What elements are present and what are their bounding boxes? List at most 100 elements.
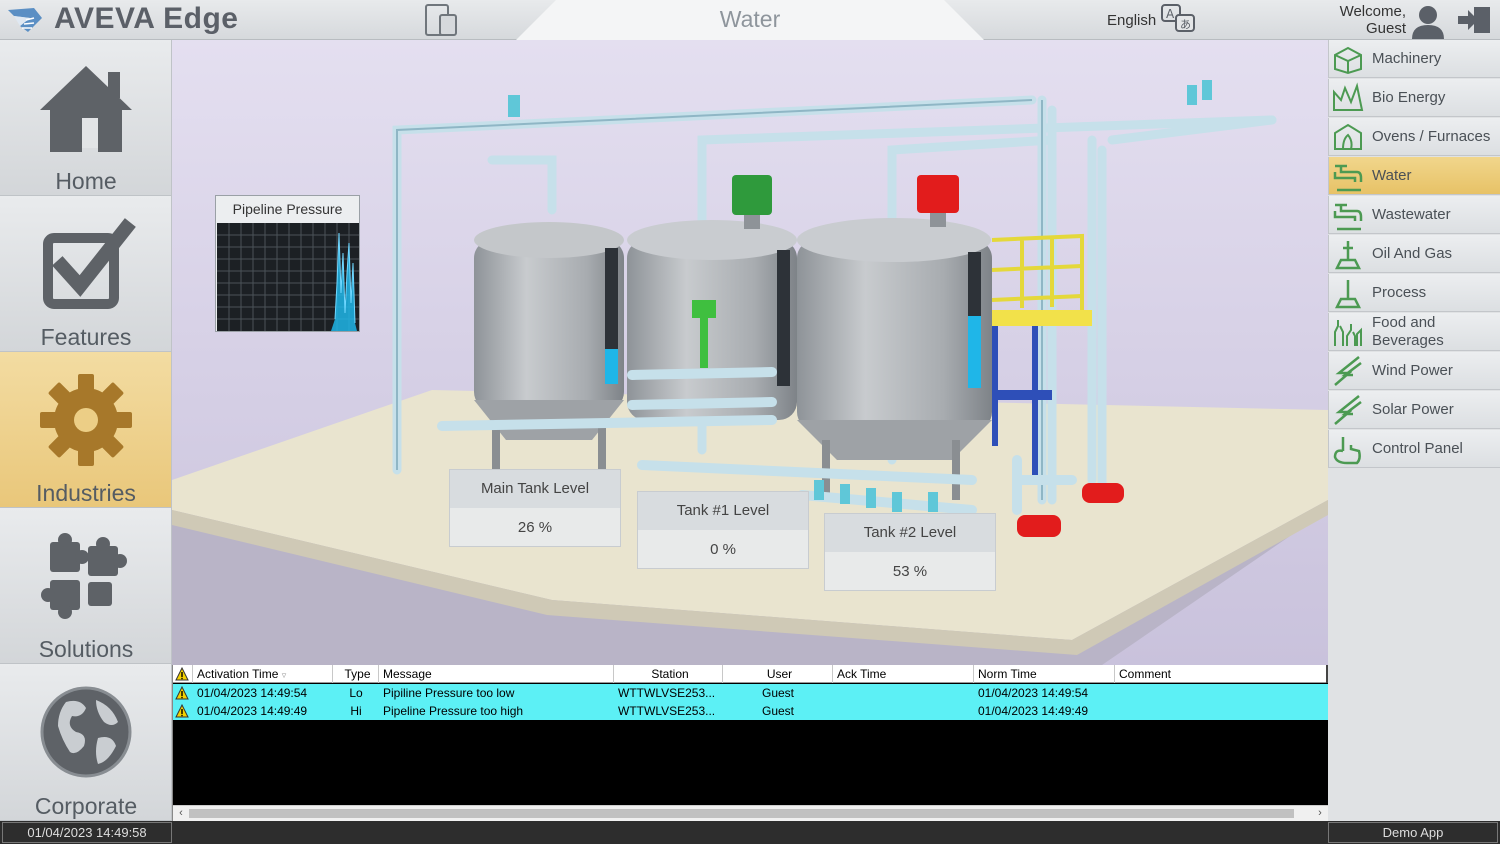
- level-card-value: 0 %: [710, 541, 736, 558]
- industry-solar-power[interactable]: Solar Power: [1328, 391, 1500, 429]
- page-title: Water: [719, 6, 781, 32]
- industry-machinery[interactable]: Machinery: [1328, 40, 1500, 78]
- nav-industries[interactable]: Industries: [0, 352, 172, 508]
- tank-2-level-card[interactable]: Tank #2 Level 53 %: [824, 513, 996, 591]
- column-user[interactable]: User: [723, 665, 833, 683]
- alarm-icon-column: [173, 665, 193, 683]
- pipeline-pressure-trend[interactable]: Pipeline Pressure: [215, 195, 360, 332]
- industry-label: Wind Power: [1372, 362, 1453, 379]
- alarm-activation-time: 01/04/2023 14:49:54: [197, 686, 308, 700]
- svg-text:A: A: [1166, 7, 1175, 21]
- alarm-user: Guest: [761, 686, 794, 700]
- gear-icon: [40, 374, 132, 466]
- nav-home-label: Home: [55, 168, 117, 194]
- page-title-tab: Water: [516, 0, 984, 40]
- alarm-row[interactable]: 01/04/2023 14:49:49 Hi Pipeline Pressure…: [173, 702, 1328, 720]
- hand-touch-icon: [1333, 437, 1361, 465]
- nav-corporate-label: Corporate: [34, 793, 138, 819]
- language-label[interactable]: English: [1107, 12, 1156, 29]
- nav-features-label: Features: [40, 324, 132, 350]
- warning-icon: [175, 704, 189, 718]
- process-icon: [1334, 280, 1362, 309]
- trend-plot: [217, 223, 359, 331]
- industry-wastewater[interactable]: Wastewater: [1328, 196, 1500, 234]
- app-window: AVEVA Edge Water English A あ Welcome, Gu…: [0, 0, 1500, 844]
- level-card-title: Tank #1 Level: [638, 492, 808, 530]
- alarm-activation-time: 01/04/2023 14:49:49: [197, 704, 308, 718]
- logout-icon[interactable]: [1456, 5, 1492, 35]
- industry-process[interactable]: Process: [1328, 274, 1500, 312]
- user-icon[interactable]: [1408, 3, 1448, 39]
- status-bar: 01/04/2023 14:49:58 Demo App: [0, 821, 1500, 844]
- welcome-line: Welcome,: [1339, 3, 1406, 20]
- nav-solutions-label: Solutions: [38, 636, 134, 662]
- column-ack-time[interactable]: Ack Time: [833, 665, 974, 683]
- alarm-norm-time: 01/04/2023 14:49:54: [978, 686, 1089, 700]
- lightning-icon: [1334, 395, 1362, 425]
- scroll-left-icon[interactable]: ‹: [173, 806, 189, 821]
- svg-text:あ: あ: [1180, 18, 1191, 31]
- industry-control-panel[interactable]: Control Panel: [1328, 430, 1500, 468]
- water-plant-scene: [172, 40, 1328, 665]
- alarm-row[interactable]: 01/04/2023 14:49:54 Lo Pipiline Pressure…: [173, 684, 1328, 702]
- column-comment[interactable]: Comment: [1115, 665, 1328, 683]
- column-label: Activation Time: [197, 667, 279, 681]
- main-tank-gauge: [605, 248, 618, 384]
- nav-solutions[interactable]: Solutions: [0, 508, 172, 664]
- main-nav: Home Features Industries Solutions Corpo…: [0, 40, 172, 821]
- level-card-title: Main Tank Level: [450, 470, 620, 508]
- app-mode-label: Demo App: [1328, 822, 1498, 843]
- alarm-type: Lo: [349, 686, 363, 700]
- industry-label: Solar Power: [1372, 401, 1454, 418]
- column-type[interactable]: Type: [333, 665, 379, 683]
- nav-industries-label: Industries: [36, 480, 136, 506]
- welcome-text: Welcome, Guest: [1318, 3, 1406, 37]
- translate-icon[interactable]: A あ: [1160, 3, 1198, 35]
- scroll-right-icon[interactable]: ›: [1312, 806, 1328, 821]
- device-switch-icon[interactable]: [423, 3, 459, 37]
- furnace-icon: [1334, 123, 1362, 150]
- industry-label: Ovens / Furnaces: [1372, 128, 1491, 145]
- column-norm-time[interactable]: Norm Time: [974, 665, 1115, 683]
- machinery-icon: [1334, 46, 1362, 75]
- sort-icon: ▿: [281, 670, 287, 680]
- nav-features[interactable]: Features: [0, 196, 172, 352]
- industry-water[interactable]: Water: [1328, 157, 1500, 195]
- oil-gas-icon: [1334, 241, 1362, 270]
- alarm-station: WTTWLVSE253...: [618, 686, 716, 700]
- tank-1-gauge: [777, 250, 790, 386]
- column-station[interactable]: Station: [614, 665, 723, 683]
- industry-label: Food and Beverages: [1372, 314, 1444, 349]
- alarm-station: WTTWLVSE253...: [618, 704, 716, 718]
- alarm-table: Activation Time ▿ Type Message Station U…: [172, 665, 1328, 821]
- industry-label: Machinery: [1372, 50, 1442, 67]
- industry-oil-and-gas[interactable]: Oil And Gas: [1328, 235, 1500, 273]
- wastewater-icon: [1333, 203, 1363, 231]
- horizontal-scrollbar[interactable]: ‹ ›: [173, 805, 1328, 821]
- industry-label: Bio Energy: [1372, 89, 1446, 106]
- nav-corporate[interactable]: Corporate: [0, 664, 172, 821]
- alarm-comment: [1115, 684, 1328, 702]
- column-activation-time[interactable]: Activation Time ▿: [193, 665, 333, 683]
- main-tank-level-card[interactable]: Main Tank Level 26 %: [449, 469, 621, 547]
- industry-ovens-furnaces[interactable]: Ovens / Furnaces: [1328, 118, 1500, 156]
- warning-icon: [175, 686, 189, 700]
- industry-bio-energy[interactable]: Bio Energy: [1328, 79, 1500, 117]
- alarm-user: Guest: [761, 704, 794, 718]
- tank-1-level-card[interactable]: Tank #1 Level 0 %: [637, 491, 809, 569]
- home-icon: [40, 66, 132, 152]
- main-tank-gauge-fill: [605, 349, 618, 384]
- industry-label: Oil And Gas: [1372, 245, 1453, 262]
- nav-home[interactable]: Home: [0, 40, 172, 196]
- industry-label: Water: [1372, 167, 1412, 184]
- scrollbar-thumb[interactable]: [189, 809, 1294, 818]
- column-message[interactable]: Message: [379, 665, 614, 683]
- checkbox-icon: [43, 218, 136, 309]
- lightning-icon: [1334, 356, 1362, 386]
- alarm-message: Pipeline Pressure too high: [383, 704, 524, 718]
- industry-wind-power[interactable]: Wind Power: [1328, 352, 1500, 390]
- trend-title: Pipeline Pressure: [232, 201, 343, 217]
- tank-2-gauge-fill: [968, 316, 981, 388]
- alarm-type: Hi: [350, 704, 362, 718]
- industry-food-beverages[interactable]: Food and Beverages: [1328, 313, 1500, 351]
